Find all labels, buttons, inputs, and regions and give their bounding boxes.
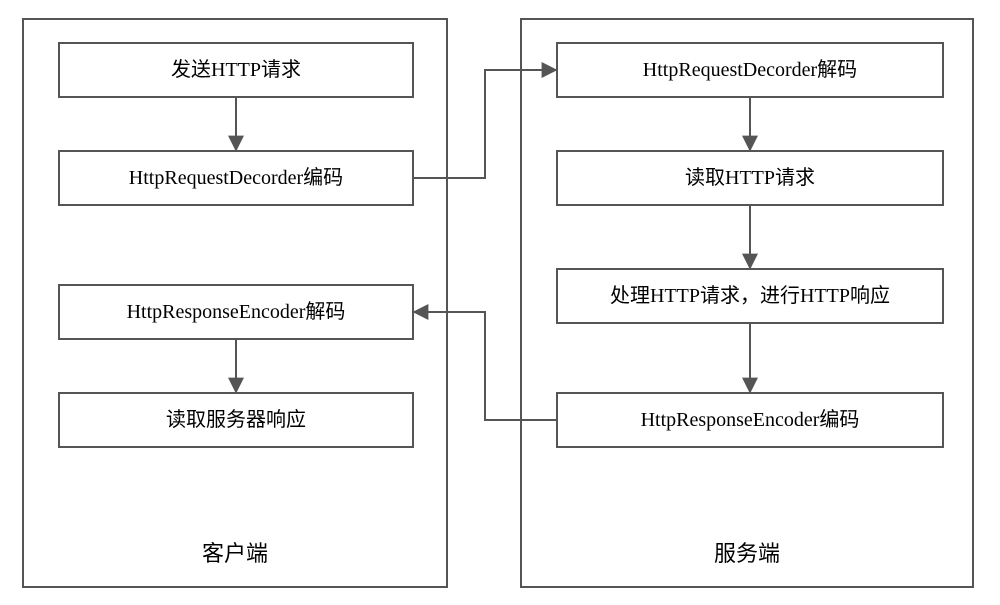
node-response-decode: HttpResponseEncoder解码 [58,284,414,340]
node-request-encode: HttpRequestDecorder编码 [58,150,414,206]
node-request-decode: HttpRequestDecorder解码 [556,42,944,98]
node-read-response: 读取服务器响应 [58,392,414,448]
node-send-request: 发送HTTP请求 [58,42,414,98]
diagram-canvas: 客户端 服务端 发送HTTP请求 HttpRequestDecorder编码 H… [0,0,1000,605]
server-panel-label: 服务端 [522,536,972,568]
client-panel-label: 客户端 [24,536,446,568]
node-handle-request: 处理HTTP请求，进行HTTP响应 [556,268,944,324]
node-response-encode: HttpResponseEncoder编码 [556,392,944,448]
node-read-request: 读取HTTP请求 [556,150,944,206]
